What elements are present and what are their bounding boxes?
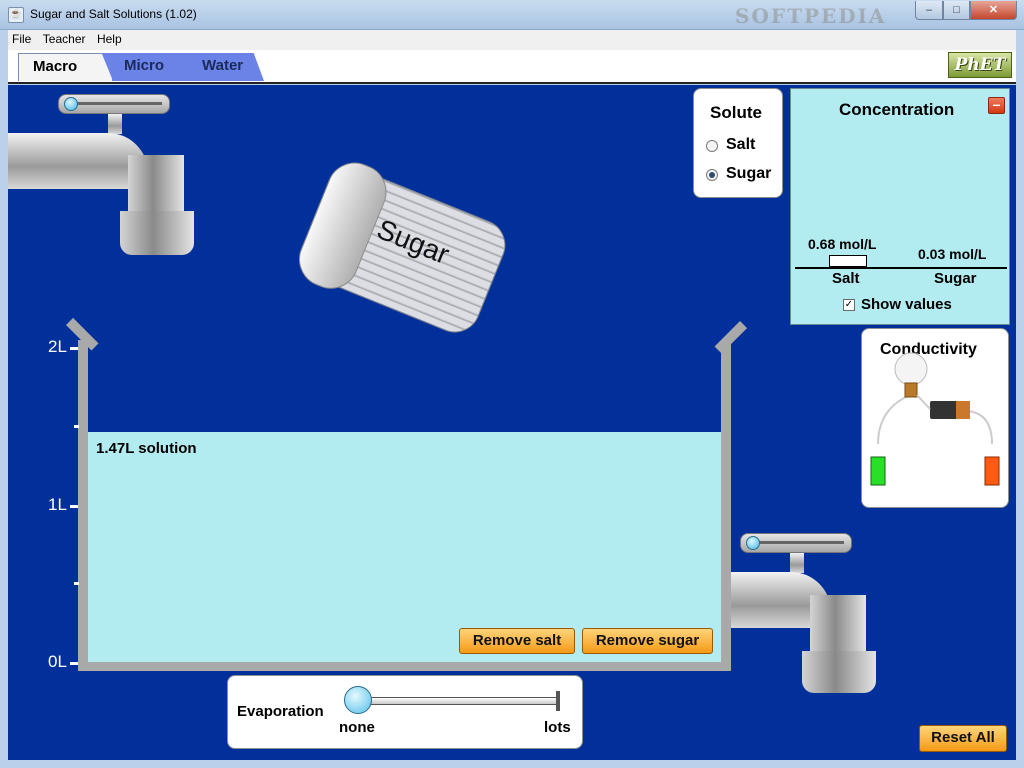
tick-1-5l [74, 425, 79, 428]
remove-sugar-button[interactable]: Remove sugar [582, 628, 713, 654]
drain-faucet-spout [810, 595, 866, 655]
drain-faucet-slider-groove [756, 541, 844, 544]
show-values-label[interactable]: Show values [861, 296, 952, 313]
tick-label-0l: 0L [48, 652, 67, 671]
tab-macro[interactable]: Macro [18, 53, 113, 81]
sugar-concentration-value: 0.03 mol/L [918, 246, 987, 262]
collapse-icon[interactable]: – [988, 97, 1005, 114]
input-faucet-pipe [8, 133, 148, 189]
evaporation-min-label: none [339, 719, 375, 736]
tick-1l [70, 505, 78, 508]
menu-bar: File Teacher Help [8, 30, 1016, 50]
evaporation-slider-track[interactable] [358, 697, 560, 705]
input-faucet-stem [108, 114, 122, 134]
tab-micro[interactable]: Micro [100, 53, 200, 81]
drain-faucet-nozzle [802, 651, 876, 693]
close-button[interactable]: ✕ [970, 1, 1017, 20]
evaporation-max-label: lots [544, 719, 571, 736]
salt-radio-label[interactable]: Salt [726, 136, 755, 154]
input-faucet-nozzle [120, 211, 194, 255]
tick-0l [70, 662, 78, 665]
maximize-button[interactable]: □ [943, 1, 970, 20]
show-values-checkbox[interactable]: ✓ [843, 299, 855, 311]
evaporation-label: Evaporation [237, 703, 324, 720]
salt-bar-label: Salt [832, 270, 860, 287]
window-title: Sugar and Salt Solutions (1.02) [30, 7, 197, 21]
sugar-radio[interactable] [706, 169, 718, 181]
conductivity-tester-icon[interactable] [862, 329, 1010, 509]
solution-volume-label: 1.47L solution [96, 440, 197, 457]
beaker-wall-left [78, 340, 88, 670]
reset-all-button[interactable]: Reset All [919, 725, 1007, 752]
tab-bar: Water Micro Macro PhET [8, 50, 1016, 84]
evaporation-panel: Evaporation none lots [227, 675, 583, 749]
salt-concentration-value: 0.68 mol/L [808, 236, 877, 252]
evaporation-slider-end [556, 691, 560, 711]
menu-file[interactable]: File [8, 30, 34, 46]
tick-2l [70, 347, 78, 350]
watermark-text: SOFTPEDIA [735, 4, 887, 28]
solute-panel: Solute Salt Sugar [693, 88, 783, 198]
concentration-axis [795, 267, 1007, 269]
input-faucet-spout [128, 155, 184, 215]
drain-faucet-stem [790, 553, 804, 573]
input-faucet-slider-groove [74, 102, 162, 105]
sugar-bar-label: Sugar [934, 270, 977, 287]
remove-salt-button[interactable]: Remove salt [459, 628, 575, 654]
tick-label-1l: 1L [48, 495, 67, 514]
beaker-bottom [78, 662, 731, 671]
app-window: ☕ Sugar and Salt Solutions (1.02) SOFTPE… [0, 0, 1024, 768]
minimize-button[interactable]: – [915, 1, 943, 20]
drain-faucet-slider-knob[interactable] [746, 536, 760, 550]
phet-logo[interactable]: PhET [948, 52, 1012, 78]
tick-0-5l [74, 582, 79, 585]
solute-title: Solute [710, 103, 762, 122]
beaker-wall-right [721, 340, 731, 670]
sugar-shaker[interactable]: Sugar [287, 145, 519, 355]
concentration-title: Concentration [839, 100, 955, 119]
evaporation-slider-knob[interactable] [344, 686, 372, 714]
title-bar: ☕ Sugar and Salt Solutions (1.02) SOFTPE… [0, 0, 1024, 30]
concentration-panel: Concentration – 0.68 mol/L 0.03 mol/L Sa… [790, 88, 1010, 325]
salt-concentration-bar [829, 255, 867, 267]
sugar-radio-label[interactable]: Sugar [726, 165, 771, 183]
salt-radio[interactable] [706, 140, 718, 152]
simulation-canvas: Sugar 1.47L solution 2L 1L 0L Remove sal… [8, 85, 1016, 760]
input-faucet-slider-knob[interactable] [64, 97, 78, 111]
conductivity-panel: Conductivity [861, 328, 1009, 508]
menu-teacher[interactable]: Teacher [39, 30, 89, 46]
tick-label-2l: 2L [48, 337, 67, 356]
java-app-icon: ☕ [8, 7, 24, 23]
menu-help[interactable]: Help [93, 30, 125, 46]
